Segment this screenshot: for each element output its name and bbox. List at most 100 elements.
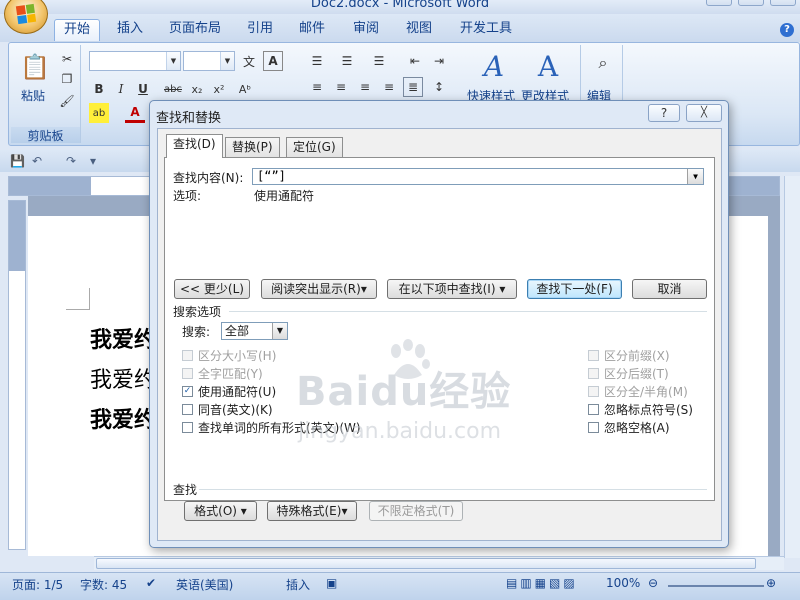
- view-buttons[interactable]: ▤▥▦▧▨: [506, 576, 578, 590]
- match-width-checkbox[interactable]: 区分全/半角(M): [588, 383, 688, 400]
- subscript-icon[interactable]: x₂: [187, 79, 207, 99]
- zoom-out-icon[interactable]: ⊖: [648, 576, 658, 590]
- use-wildcards-checkbox[interactable]: ✓ 使用通配符(U): [182, 383, 276, 400]
- checkbox-label: 区分后缀(T): [604, 367, 669, 381]
- horizontal-scrollbar[interactable]: [94, 556, 784, 570]
- tab-mailings[interactable]: 邮件: [290, 19, 334, 41]
- format-button[interactable]: 格式(O) ▾: [184, 501, 257, 521]
- cancel-button[interactable]: 取消: [632, 279, 707, 299]
- match-suffix-checkbox[interactable]: 区分后缀(T): [588, 365, 669, 382]
- align-left-icon[interactable]: ≡: [307, 77, 327, 97]
- tab-goto[interactable]: 定位(G): [286, 137, 343, 157]
- quick-styles-icon[interactable]: A: [479, 50, 509, 83]
- minimize-button[interactable]: [706, 0, 732, 6]
- bold-icon[interactable]: B: [89, 79, 109, 99]
- vertical-scrollbar[interactable]: [784, 176, 800, 558]
- zoom-slider[interactable]: [668, 585, 764, 587]
- dialog-close-button[interactable]: ╳: [686, 104, 722, 122]
- all-word-forms-checkbox[interactable]: 查找单词的所有形式(英文)(W): [182, 419, 361, 436]
- insert-mode[interactable]: 插入: [286, 576, 310, 593]
- doc-line-3[interactable]: 我爱约: [90, 402, 156, 434]
- spelling-icon[interactable]: ✔: [146, 576, 156, 590]
- doc-line-2[interactable]: 我爱约: [90, 362, 156, 394]
- sounds-like-checkbox[interactable]: 同音(英文)(K): [182, 401, 273, 418]
- font-color-icon[interactable]: A: [125, 103, 145, 123]
- paste-icon[interactable]: 📋: [20, 49, 50, 85]
- align-right-icon[interactable]: ≡: [355, 77, 375, 97]
- tab-review[interactable]: 审阅: [344, 19, 388, 41]
- customize-qat-icon[interactable]: ▾: [90, 154, 96, 168]
- vertical-ruler[interactable]: [8, 200, 26, 550]
- copy-icon[interactable]: ❐: [57, 69, 77, 89]
- multilevel-list-icon[interactable]: ☰: [369, 51, 389, 71]
- language[interactable]: 英语(美国): [176, 576, 233, 593]
- superscript-icon[interactable]: x²: [209, 79, 229, 99]
- tab-insert[interactable]: 插入: [108, 19, 152, 41]
- zoom-level[interactable]: 100%: [606, 576, 640, 590]
- less-button[interactable]: << 更少(L): [174, 279, 250, 299]
- options-label: 选项:: [173, 189, 202, 203]
- tab-home[interactable]: 开始: [54, 19, 100, 41]
- dialog-help-button[interactable]: ?: [648, 104, 680, 122]
- change-styles-icon[interactable]: A: [533, 50, 563, 83]
- no-formatting-button[interactable]: 不限定格式(T): [369, 501, 463, 521]
- cut-icon[interactable]: ✂: [57, 49, 77, 69]
- increase-indent-icon[interactable]: ⇥: [429, 51, 449, 71]
- page-count[interactable]: 页面: 1/5: [12, 576, 63, 593]
- office-logo-icon: [15, 3, 37, 25]
- redo-icon[interactable]: ↷: [66, 154, 76, 168]
- distributed-icon[interactable]: ≣: [403, 77, 423, 97]
- ignore-punctuation-checkbox[interactable]: 忽略标点符号(S): [588, 401, 693, 418]
- word-count[interactable]: 字数: 45: [80, 576, 127, 593]
- dialog-body: 查找(D) 替换(P) 定位(G) 查找内容(N): [“”] ▼ 选项: 使用…: [157, 128, 722, 541]
- maximize-button[interactable]: [738, 0, 764, 6]
- tab-replace[interactable]: 替换(P): [225, 137, 280, 157]
- italic-icon[interactable]: I: [111, 79, 131, 99]
- search-direction-dropdown[interactable]: ▼: [272, 323, 287, 339]
- macro-record-icon[interactable]: ▣: [326, 576, 337, 590]
- font-name-combo[interactable]: ▼: [89, 51, 181, 71]
- find-next-button[interactable]: 查找下一处(F): [527, 279, 622, 299]
- reading-highlight-button[interactable]: 阅读突出显示(R)▾: [261, 279, 377, 299]
- scroll-thumb[interactable]: [96, 558, 756, 569]
- find-what-label: 查找内容(N):: [173, 171, 244, 185]
- match-case-checkbox[interactable]: 区分大小写(H): [182, 347, 276, 364]
- strikethrough-icon[interactable]: abc: [163, 79, 183, 99]
- whole-word-checkbox[interactable]: 全字匹配(Y): [182, 365, 263, 382]
- save-icon[interactable]: 💾: [10, 154, 25, 168]
- tab-developer[interactable]: 开发工具: [452, 19, 520, 41]
- underline-icon[interactable]: U: [133, 79, 153, 99]
- find-what-input[interactable]: [“”] ▼: [252, 168, 704, 185]
- bullets-icon[interactable]: ☰: [307, 51, 327, 71]
- tab-references[interactable]: 引用: [238, 19, 282, 41]
- checkbox-box: [182, 404, 193, 415]
- align-center-icon[interactable]: ≡: [331, 77, 351, 97]
- close-window-button[interactable]: [770, 0, 796, 6]
- match-prefix-checkbox[interactable]: 区分前缀(X): [588, 347, 670, 364]
- ignore-whitespace-checkbox[interactable]: 忽略空格(A): [588, 419, 670, 436]
- doc-line-1[interactable]: 我爱约: [90, 322, 156, 354]
- decrease-indent-icon[interactable]: ⇤: [405, 51, 425, 71]
- font-size-combo[interactable]: ▼: [183, 51, 235, 71]
- tab-find[interactable]: 查找(D): [166, 134, 223, 158]
- find-history-dropdown[interactable]: ▼: [687, 169, 703, 184]
- clear-format-icon[interactable]: Aᵇ: [235, 79, 255, 99]
- special-button[interactable]: 特殊格式(E)▾: [267, 501, 357, 521]
- char-border-icon[interactable]: A: [263, 51, 283, 71]
- line-spacing-icon[interactable]: ↕: [429, 77, 449, 97]
- undo-icon[interactable]: ↶: [32, 154, 42, 168]
- format-painter-icon[interactable]: 🖌: [57, 91, 77, 111]
- checkbox-label: 查找单词的所有形式(英文)(W): [198, 421, 361, 435]
- search-direction-select[interactable]: 全部 ▼: [221, 322, 288, 340]
- help-icon[interactable]: ?: [780, 23, 794, 37]
- binoculars-icon[interactable]: ⌕: [591, 51, 615, 75]
- find-in-button[interactable]: 在以下项中查找(I) ▾: [387, 279, 517, 299]
- numbering-icon[interactable]: ☰: [337, 51, 357, 71]
- tab-page-layout[interactable]: 页面布局: [162, 19, 228, 41]
- tab-view[interactable]: 视图: [397, 19, 441, 41]
- checkbox-label: 忽略标点符号(S): [604, 403, 693, 417]
- justify-icon[interactable]: ≡: [379, 77, 399, 97]
- highlight-icon[interactable]: ab: [89, 103, 109, 123]
- zoom-in-icon[interactable]: ⊕: [766, 576, 776, 590]
- phonetic-guide-icon[interactable]: 文: [239, 51, 259, 71]
